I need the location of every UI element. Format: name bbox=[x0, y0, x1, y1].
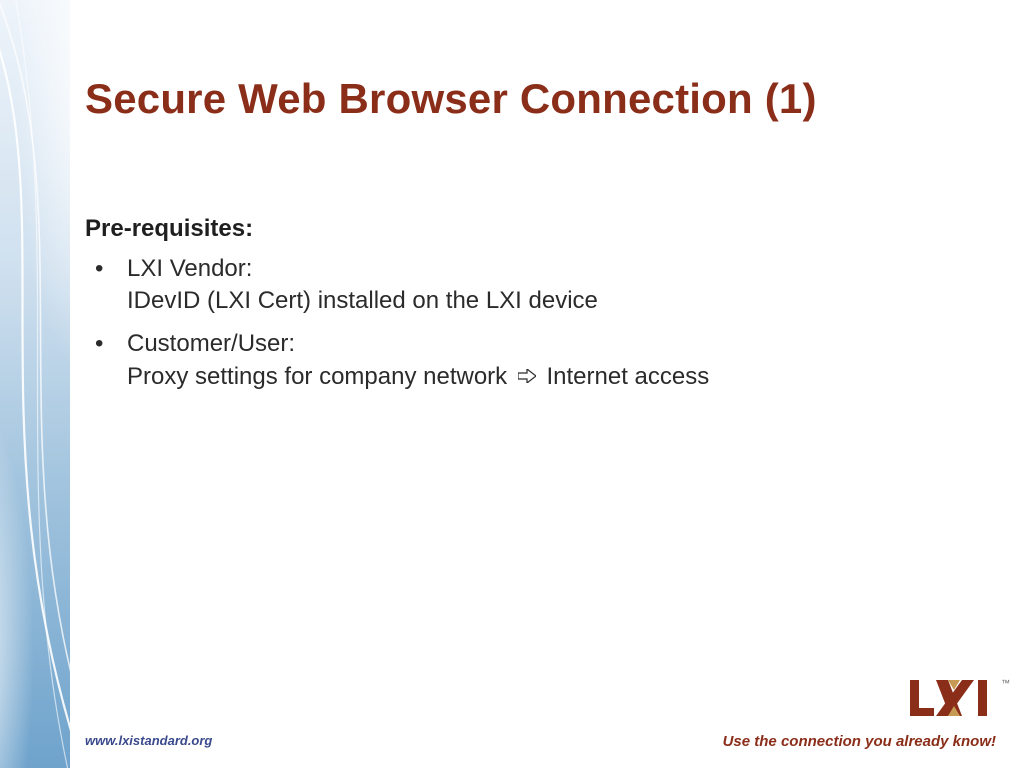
footer-url: www.lxistandard.org bbox=[85, 733, 212, 748]
bullet-tail-before: Proxy settings for company network bbox=[127, 363, 507, 390]
slide-title: Secure Web Browser Connection (1) bbox=[85, 75, 817, 123]
list-item: Customer/User: Proxy settings for compan… bbox=[85, 328, 905, 396]
list-item: LXI Vendor: IDevID (LXI Cert) installed … bbox=[85, 253, 905, 318]
bullet-list: LXI Vendor: IDevID (LXI Cert) installed … bbox=[85, 253, 905, 396]
content-area: Pre-requisites: LXI Vendor: IDevID (LXI … bbox=[85, 215, 905, 406]
stripe-curves-icon bbox=[0, 0, 70, 768]
arrow-right-hollow-icon bbox=[518, 360, 536, 392]
bullet-tail: IDevID (LXI Cert) installed on the LXI d… bbox=[127, 287, 598, 314]
footer-tagline: Use the connection you already know! bbox=[723, 733, 996, 750]
bullet-head: Customer/User: bbox=[127, 330, 295, 357]
slide: Secure Web Browser Connection (1) Pre-re… bbox=[0, 0, 1024, 768]
trademark-symbol: ™ bbox=[1001, 678, 1010, 688]
subheading: Pre-requisites: bbox=[85, 215, 905, 243]
bullet-tail-after: Internet access bbox=[547, 363, 710, 390]
lxi-logo-icon bbox=[910, 678, 996, 724]
bullet-head: LXI Vendor: bbox=[127, 255, 252, 282]
side-decorative-stripe bbox=[0, 0, 70, 768]
